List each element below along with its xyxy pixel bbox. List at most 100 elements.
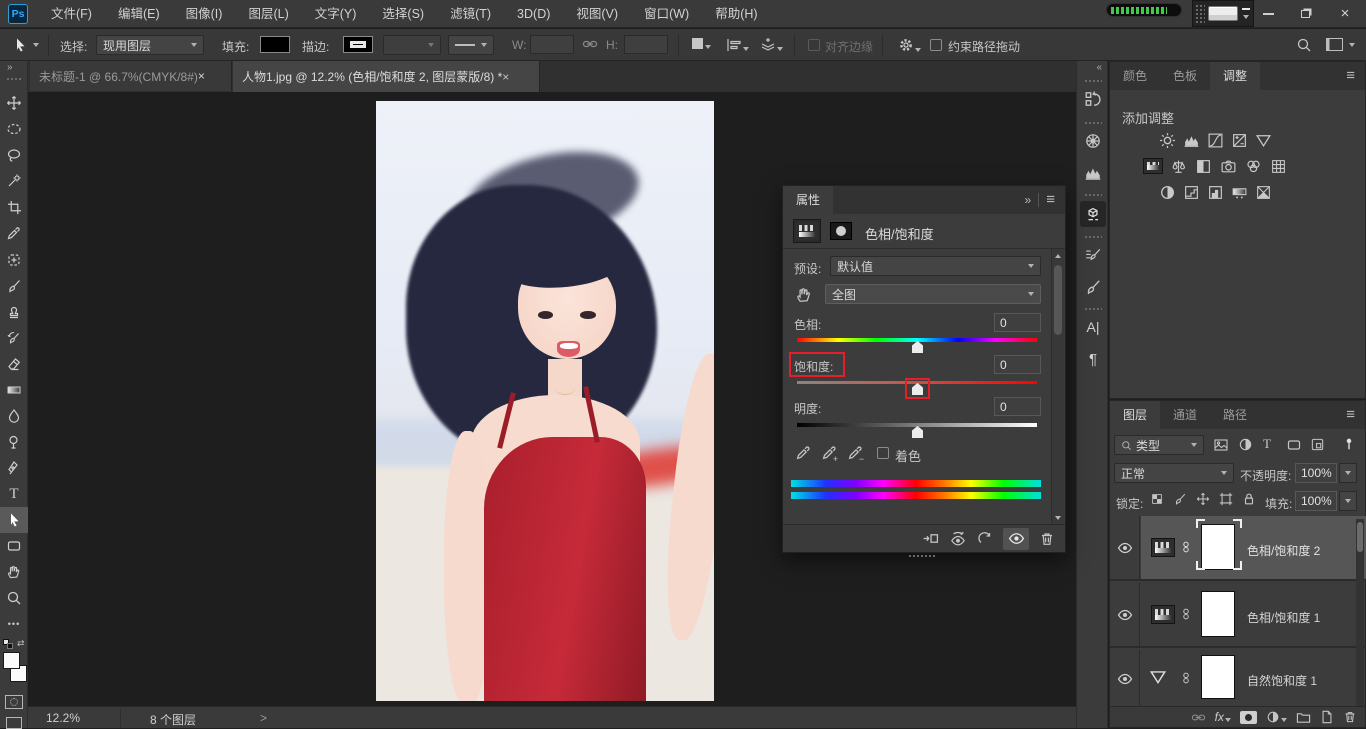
select-mode-dropdown[interactable]: 现用图层 [96, 35, 204, 55]
height-input[interactable] [624, 35, 668, 54]
type-tool[interactable]: T [0, 481, 28, 507]
document-tab-active[interactable]: 人物1.jpg @ 12.2% (色相/饱和度 2, 图层蒙版/8) * × [233, 61, 540, 92]
layer-name[interactable]: 自然饱和度 1 [1247, 672, 1317, 689]
posterize-icon[interactable] [1180, 182, 1202, 202]
zoom-tool[interactable] [0, 585, 28, 611]
menu-view[interactable]: 视图(V) [563, 0, 631, 28]
view-previous-state-icon[interactable] [949, 530, 967, 548]
link-dimensions-icon[interactable] [582, 36, 598, 52]
gradient-tool[interactable] [0, 377, 28, 403]
fill-opacity-value[interactable]: 100% [1295, 491, 1337, 511]
color-lookup-icon[interactable] [1267, 156, 1289, 176]
hue-saturation-icon[interactable] [1142, 156, 1164, 176]
lock-position-icon[interactable] [1196, 492, 1210, 506]
toolbar-collapse-icon[interactable]: » [7, 62, 13, 73]
workspace-switcher-icon[interactable] [1326, 38, 1343, 51]
menu-type[interactable]: 文字(Y) [302, 0, 370, 28]
hue-value-input[interactable]: 0 [994, 313, 1041, 332]
delete-layer-icon[interactable] [1343, 710, 1357, 724]
selective-color-icon[interactable] [1252, 182, 1274, 202]
fill-swatch[interactable] [260, 36, 290, 53]
layer-filter-toggle[interactable] [1342, 435, 1356, 453]
window-minimize-button[interactable] [1250, 0, 1287, 27]
menu-window[interactable]: 窗口(W) [631, 0, 702, 28]
properties-scrollbar[interactable] [1051, 249, 1064, 525]
tab-layers[interactable]: 图层 [1110, 401, 1160, 429]
panel-menu-icon[interactable]: ≡ [1046, 186, 1065, 214]
vibrance-icon[interactable] [1252, 130, 1274, 150]
properties-panel-icon[interactable] [1080, 201, 1106, 227]
layer-visibility-eye-icon[interactable] [1110, 650, 1140, 707]
filter-type-layers-icon[interactable]: T [1263, 436, 1271, 452]
lasso-tool[interactable] [0, 142, 28, 168]
histogram-panel-icon[interactable] [1081, 161, 1105, 185]
lightness-slider-thumb[interactable] [912, 426, 923, 438]
tab-color[interactable]: 颜色 [1110, 62, 1160, 90]
new-group-icon[interactable] [1296, 710, 1311, 725]
constrain-path-checkbox[interactable] [930, 39, 942, 51]
window-restore-button[interactable] [1287, 0, 1324, 27]
tab-close-icon[interactable]: × [502, 70, 509, 84]
ime-drag-handle[interactable] [1195, 4, 1205, 24]
search-icon[interactable] [1296, 37, 1312, 53]
menu-layer[interactable]: 图层(L) [235, 0, 301, 28]
stroke-type-dropdown[interactable] [448, 35, 494, 55]
panel-menu-icon[interactable]: ≡ [1346, 62, 1365, 90]
add-layer-mask-icon[interactable] [1240, 711, 1257, 724]
curves-icon[interactable] [1204, 130, 1226, 150]
gradient-map-icon[interactable] [1228, 182, 1250, 202]
layer-row[interactable]: 色相/饱和度 2 [1110, 516, 1366, 581]
menu-3d[interactable]: 3D(D) [504, 0, 563, 28]
menu-image[interactable]: 图像(I) [173, 0, 236, 28]
invert-icon[interactable] [1156, 182, 1178, 202]
menu-filter[interactable]: 滤镜(T) [437, 0, 504, 28]
quick-selection-tool[interactable] [0, 168, 28, 194]
opacity-chevron[interactable] [1339, 463, 1357, 483]
filter-smart-objects-icon[interactable] [1310, 437, 1325, 452]
menu-file[interactable]: 文件(F) [38, 0, 105, 28]
blend-mode-dropdown[interactable]: 正常 [1114, 463, 1234, 483]
clone-stamp-tool[interactable] [0, 299, 28, 325]
lock-pixels-icon[interactable] [1173, 492, 1187, 506]
fill-opacity-chevron[interactable] [1339, 491, 1357, 511]
tab-paths[interactable]: 路径 [1210, 401, 1260, 429]
hue-slider-thumb[interactable] [912, 341, 923, 353]
tab-channels[interactable]: 通道 [1160, 401, 1210, 429]
gear-icon[interactable] [898, 37, 921, 53]
layer-mask-thumbnail[interactable] [1201, 524, 1235, 570]
layer-row[interactable]: 自然饱和度 1 [1110, 650, 1366, 707]
eyedropper-add-icon[interactable]: + [821, 444, 838, 461]
dock-grip[interactable] [1084, 307, 1102, 311]
targeted-adjustment-icon[interactable] [793, 284, 815, 306]
dock-grip[interactable] [1084, 79, 1102, 83]
tab-adjustments[interactable]: 调整 [1210, 62, 1260, 90]
lightness-value-input[interactable]: 0 [994, 397, 1041, 416]
brush-settings-panel-icon[interactable] [1081, 243, 1105, 267]
layer-name[interactable]: 色相/饱和度 1 [1247, 609, 1320, 626]
black-white-icon[interactable] [1192, 156, 1214, 176]
foreground-color-swatch[interactable] [3, 652, 20, 669]
colorize-checkbox[interactable] [877, 447, 889, 459]
reset-adjustment-icon[interactable] [977, 531, 993, 547]
align-edges-checkbox[interactable] [808, 39, 820, 51]
color-balance-icon[interactable] [1167, 156, 1189, 176]
link-layers-icon[interactable] [1191, 710, 1206, 725]
layer-mask-thumbnail[interactable] [1201, 591, 1235, 637]
paragraph-panel-icon[interactable]: ¶ [1081, 347, 1105, 371]
lock-artboard-icon[interactable] [1219, 492, 1233, 506]
new-adjustment-layer-icon[interactable] [1266, 710, 1287, 724]
path-alignment-icon[interactable] [726, 37, 749, 53]
layers-scrollbar[interactable] [1356, 519, 1364, 707]
width-input[interactable] [530, 35, 574, 54]
history-panel-icon[interactable] [1081, 87, 1105, 111]
shape-tool[interactable] [0, 533, 28, 559]
dodge-tool[interactable] [0, 429, 28, 455]
menu-help[interactable]: 帮助(H) [702, 0, 770, 28]
dock-grip[interactable] [1084, 121, 1102, 125]
lock-transparency-icon[interactable] [1150, 492, 1164, 506]
document-image[interactable] [376, 101, 714, 701]
properties-panel-resize-grip[interactable] [908, 554, 936, 558]
crop-tool[interactable] [0, 194, 28, 220]
ime-toolbar[interactable] [1192, 0, 1254, 27]
path-operations-icon[interactable] [692, 37, 711, 49]
